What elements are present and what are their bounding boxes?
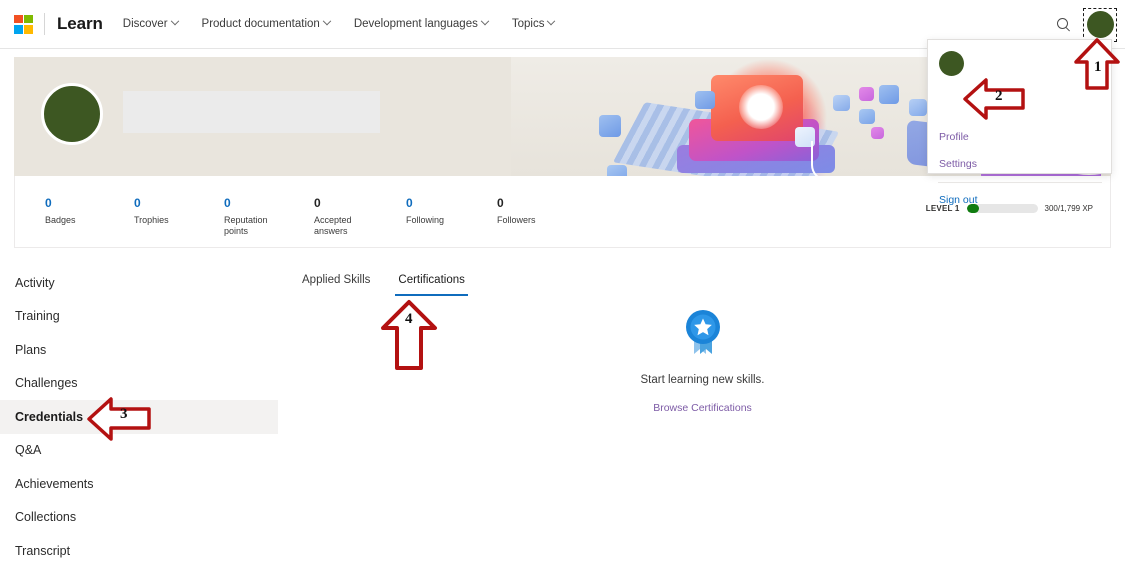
sidebar-item-label: Transcript [15,544,70,558]
menu-divider [938,182,1102,183]
art-block [607,165,627,176]
tab-label: Applied Skills [302,274,370,286]
art-block [833,95,850,111]
nav-item-topics[interactable]: Topics [512,18,555,30]
stat-label: Followers [497,215,536,226]
sidebar-item-label: Plans [15,343,46,357]
sidebar-item-challenges[interactable]: Challenges [0,367,278,401]
empty-state-title: Start learning new skills. [560,374,845,386]
brand-title[interactable]: Learn [57,14,103,34]
nav-label: Product documentation [202,18,320,30]
stat-value: 0 [406,196,444,210]
nav-item-discover[interactable]: Discover [123,18,178,30]
menu-item-sign-out[interactable]: Sign out [939,194,978,206]
certification-medal-icon [681,308,725,356]
certifications-empty-state: Start learning new skills. Browse Certif… [560,308,845,416]
xp-text: 300/1,799 XP [1045,204,1093,213]
annotation-arrow-3: 3 [87,397,151,441]
chevron-down-icon [170,17,178,25]
stat-accepted-answers: 0 Accepted answers [314,196,352,237]
user-avatar-button[interactable] [1085,10,1115,40]
sidebar-item-label: Collections [15,510,76,524]
annotation-number: 1 [1094,59,1102,76]
stat-value: 0 [314,196,352,210]
stat-trophies: 0 Trophies [134,196,169,226]
stat-value: 0 [134,196,169,210]
menu-item-profile[interactable]: Profile [939,131,969,143]
art-block [859,109,875,124]
chevron-down-icon [547,17,555,25]
annotation-arrow-2: 2 [963,78,1025,120]
microsoft-logo[interactable] [14,15,33,34]
annotation-number: 2 [995,88,1003,105]
browse-certifications-link[interactable]: Browse Certifications [653,402,752,414]
stat-value: 0 [497,196,536,210]
annotation-arrow-1: 1 [1074,38,1120,90]
stat-label: Accepted answers [314,215,352,237]
tab-applied-skills[interactable]: Applied Skills [299,274,373,296]
sidebar-item-collections[interactable]: Collections [0,501,278,535]
avatar [1087,11,1114,38]
stat-following: 0 Following [406,196,444,226]
profile-stats-bar: 0 Badges 0 Trophies 0 Reputation points … [14,176,1111,248]
stat-label: Reputation points [224,215,268,237]
tab-certifications[interactable]: Certifications [395,274,467,296]
stat-reputation-points: 0 Reputation points [224,196,268,237]
sidebar-item-transcript[interactable]: Transcript [0,534,278,568]
annotation-arrow-4: 4 [381,300,437,370]
menu-item-settings[interactable]: Settings [939,158,977,170]
stat-value: 0 [224,196,268,210]
profile-avatar [41,83,103,145]
chevron-down-icon [323,17,331,25]
primary-nav: Discover Product documentation Developme… [123,18,579,30]
nav-label: Discover [123,18,168,30]
stat-followers: 0 Followers [497,196,536,226]
profile-name-redacted [123,91,380,133]
stat-label: Following [406,215,444,226]
art-block-pink [859,87,874,101]
header-divider [44,13,45,35]
sidebar-item-achievements[interactable]: Achievements [0,467,278,501]
sidebar-item-label: Training [15,309,60,323]
stat-label: Trophies [134,215,169,226]
sidebar-item-label: Challenges [15,376,78,390]
sidebar-item-training[interactable]: Training [0,300,278,334]
art-block [599,115,621,137]
nav-label: Topics [512,18,545,30]
annotation-number: 4 [405,311,413,328]
sidebar-item-activity[interactable]: Activity [0,266,278,300]
sidebar-item-plans[interactable]: Plans [0,333,278,367]
search-icon[interactable] [1056,17,1072,33]
stat-value: 0 [45,196,76,210]
art-block [695,91,715,109]
nav-item-product-documentation[interactable]: Product documentation [202,18,330,30]
stat-badges: 0 Badges [45,196,76,226]
sidebar-item-label: Credentials [15,410,83,424]
art-block [909,99,927,116]
art-block-pink [871,127,884,139]
sidebar-item-label: Achievements [15,477,94,491]
art-block [879,85,899,104]
sidebar-item-label: Q&A [15,443,41,457]
nav-label: Development languages [354,18,478,30]
sidebar-item-label: Activity [15,276,55,290]
chevron-down-icon [481,17,489,25]
tab-label: Certifications [398,274,464,286]
menu-avatar [939,51,964,76]
art-glow [739,85,783,129]
art-wire [811,141,921,176]
stat-label: Badges [45,215,76,226]
nav-item-development-languages[interactable]: Development languages [354,18,488,30]
annotation-number: 3 [120,406,128,423]
content-tabs: Applied Skills Certifications [299,274,468,296]
